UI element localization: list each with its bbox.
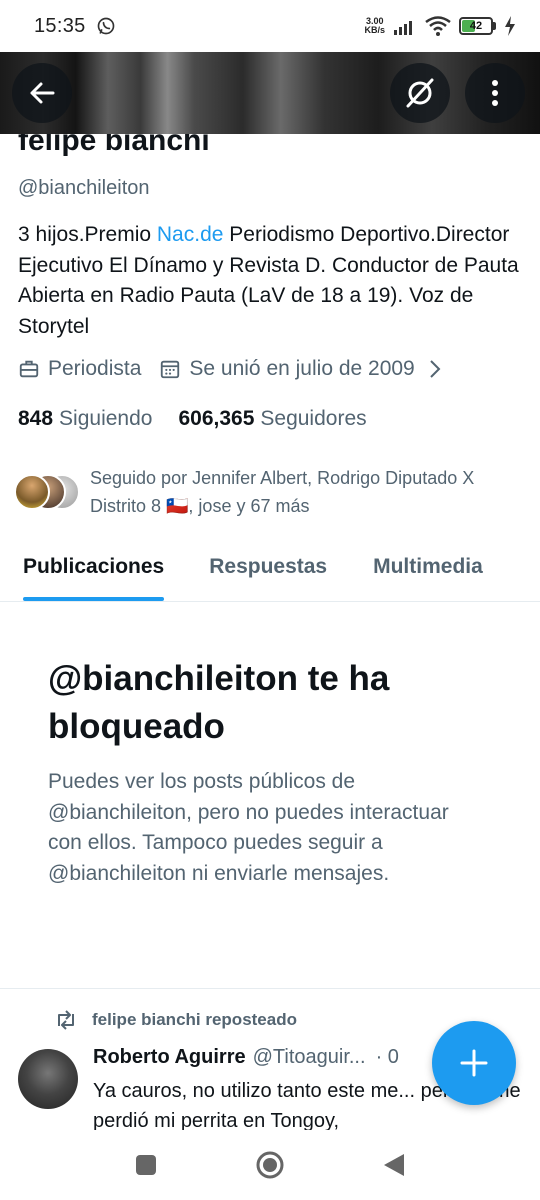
tab-multimedia[interactable]: Multimedia [373,540,483,601]
bio-link[interactable]: Nac.de [157,223,224,246]
back-triangle-icon [384,1154,404,1176]
briefcase-icon [19,360,39,378]
tweet-author-name[interactable]: Roberto Aguirre [93,1046,246,1069]
tweet-time: · 0 [375,1046,399,1068]
recents-square-icon [136,1155,156,1175]
followed-by[interactable]: Seguido por Jennifer Albert, Rodrigo Dip… [14,464,530,520]
blocked-description: Puedes ver los posts públicos de @bianch… [48,770,449,885]
followed-avatars [14,464,88,510]
grok-button[interactable] [390,63,450,123]
more-button[interactable] [465,63,525,123]
more-vertical-icon [492,80,498,106]
joined-date[interactable]: Se unió en julio de 2009 [159,357,441,381]
following-link[interactable]: 848 Siguiendo [18,407,152,431]
avatar [14,474,50,510]
profile-handle: @bianchileiton [18,177,150,199]
compose-button[interactable] [432,1021,516,1105]
profile-banner [0,52,540,134]
follow-counts: 848 Siguiendo 606,365 Seguidores [18,407,393,431]
repost-indicator: felipe bianchi reposteado [54,1010,297,1030]
whatsapp-icon [97,17,114,35]
wifi-icon [425,16,451,36]
signal-icon [394,21,412,35]
repost-icon [58,1010,74,1030]
recents-button[interactable] [84,1153,208,1177]
tab-publicaciones[interactable]: Publicaciones [23,540,165,601]
battery-icon: 42 [459,17,496,35]
home-button[interactable] [208,1150,332,1180]
profession: Periodista [18,357,141,381]
arrow-left-icon [30,82,55,104]
profile-meta: Periodista Se unió en julio de 2009 [18,357,459,381]
divider [0,988,540,989]
profile-bio: 3 hijos.Premio Nac.de Periodismo Deporti… [18,223,519,338]
grok-icon [406,78,434,108]
tab-respuestas[interactable]: Respuestas [209,540,327,601]
back-nav-button[interactable] [332,1152,456,1178]
calendar-icon [161,360,180,379]
back-button[interactable] [12,63,72,123]
tweet-header[interactable]: Roberto Aguirre @Titoaguir... · 0 [93,1046,399,1069]
tweet-author-handle[interactable]: @Titoaguir... [253,1046,366,1069]
home-circle-icon [256,1151,284,1179]
net-speed: 3.00 KB/s [364,16,385,35]
followed-by-text: Seguido por Jennifer Albert, Rodrigo Dip… [90,468,475,516]
system-nav-bar [0,1130,540,1200]
plus-icon [460,1049,488,1077]
status-bar: 15:35 3.00 KB/s 42 [0,0,540,52]
followers-link[interactable]: 606,365 Seguidores [178,407,366,431]
avatar[interactable] [18,1049,78,1109]
blocked-title: @bianchileiton te ha bloqueado [48,659,390,746]
charging-icon [505,16,515,36]
chevron-right-icon [430,360,441,378]
active-tab-indicator [23,597,165,601]
profile-tabs: Publicaciones Respuestas Multimedia [0,540,540,602]
status-time: 15:35 [34,14,86,37]
